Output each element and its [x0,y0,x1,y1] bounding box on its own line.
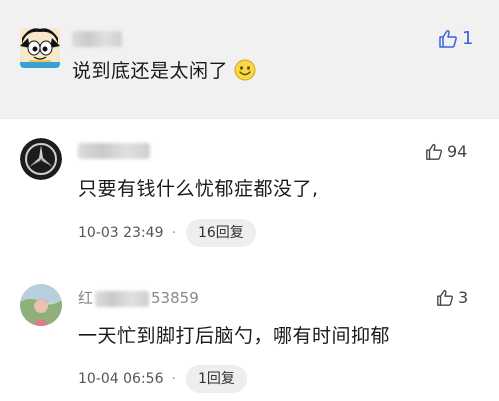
separator-dot: · [171,371,176,387]
username[interactable]: 红 53859 [78,288,199,308]
username-redacted [95,290,150,307]
comment-body: 一天忙到脚打后脑勺，哪有时间抑郁 [78,325,391,347]
username-redacted [78,142,150,159]
like-button[interactable]: 94 [425,142,467,161]
username[interactable] [78,140,150,160]
thumbs-up-icon [437,289,453,306]
like-count: 94 [447,142,468,161]
avatar[interactable] [20,284,62,326]
thumbs-up-icon [439,29,457,48]
like-count: 3 [458,288,469,307]
like-count: 1 [462,28,474,49]
comment-list: 1 说到底还是太闲了 94 只要有钱什么忧郁症都没了, 10-03 23:49 … [0,0,499,401]
separator-dot: · [171,225,176,241]
like-button[interactable]: 1 [438,28,473,49]
comment-body: 说到底还是太闲了 [72,60,229,82]
timestamp: 10-03 23:49 [78,225,164,241]
divider [0,118,499,119]
timestamp: 10-04 06:56 [78,371,164,387]
comment-meta: 10-04 06:56 · 1回复 [78,365,247,393]
thumbs-up-icon [426,143,442,160]
mercedes-logo-icon [20,138,62,180]
comment-text: 说到底还是太闲了 [72,58,256,88]
username-redacted [72,30,122,47]
comment-body: 只要有钱什么忧郁症都没了, [78,178,319,200]
smiling-face-icon [234,59,256,88]
like-button[interactable]: 3 [436,288,468,307]
username[interactable] [72,28,122,48]
photo-avatar-icon [20,284,62,326]
cartoon-avatar-icon [20,28,60,68]
avatar[interactable] [20,28,60,68]
comment-text: 只要有钱什么忧郁症都没了, [78,176,319,202]
username-text: 红 [78,289,94,307]
avatar[interactable] [20,138,62,180]
comment-meta: 10-03 23:49 · 16回复 [78,219,256,247]
username-suffix: 53859 [151,289,199,307]
replies-button[interactable]: 16回复 [185,219,256,247]
replies-button[interactable]: 1回复 [185,365,247,393]
comment-text: 一天忙到脚打后脑勺，哪有时间抑郁 [78,323,390,349]
